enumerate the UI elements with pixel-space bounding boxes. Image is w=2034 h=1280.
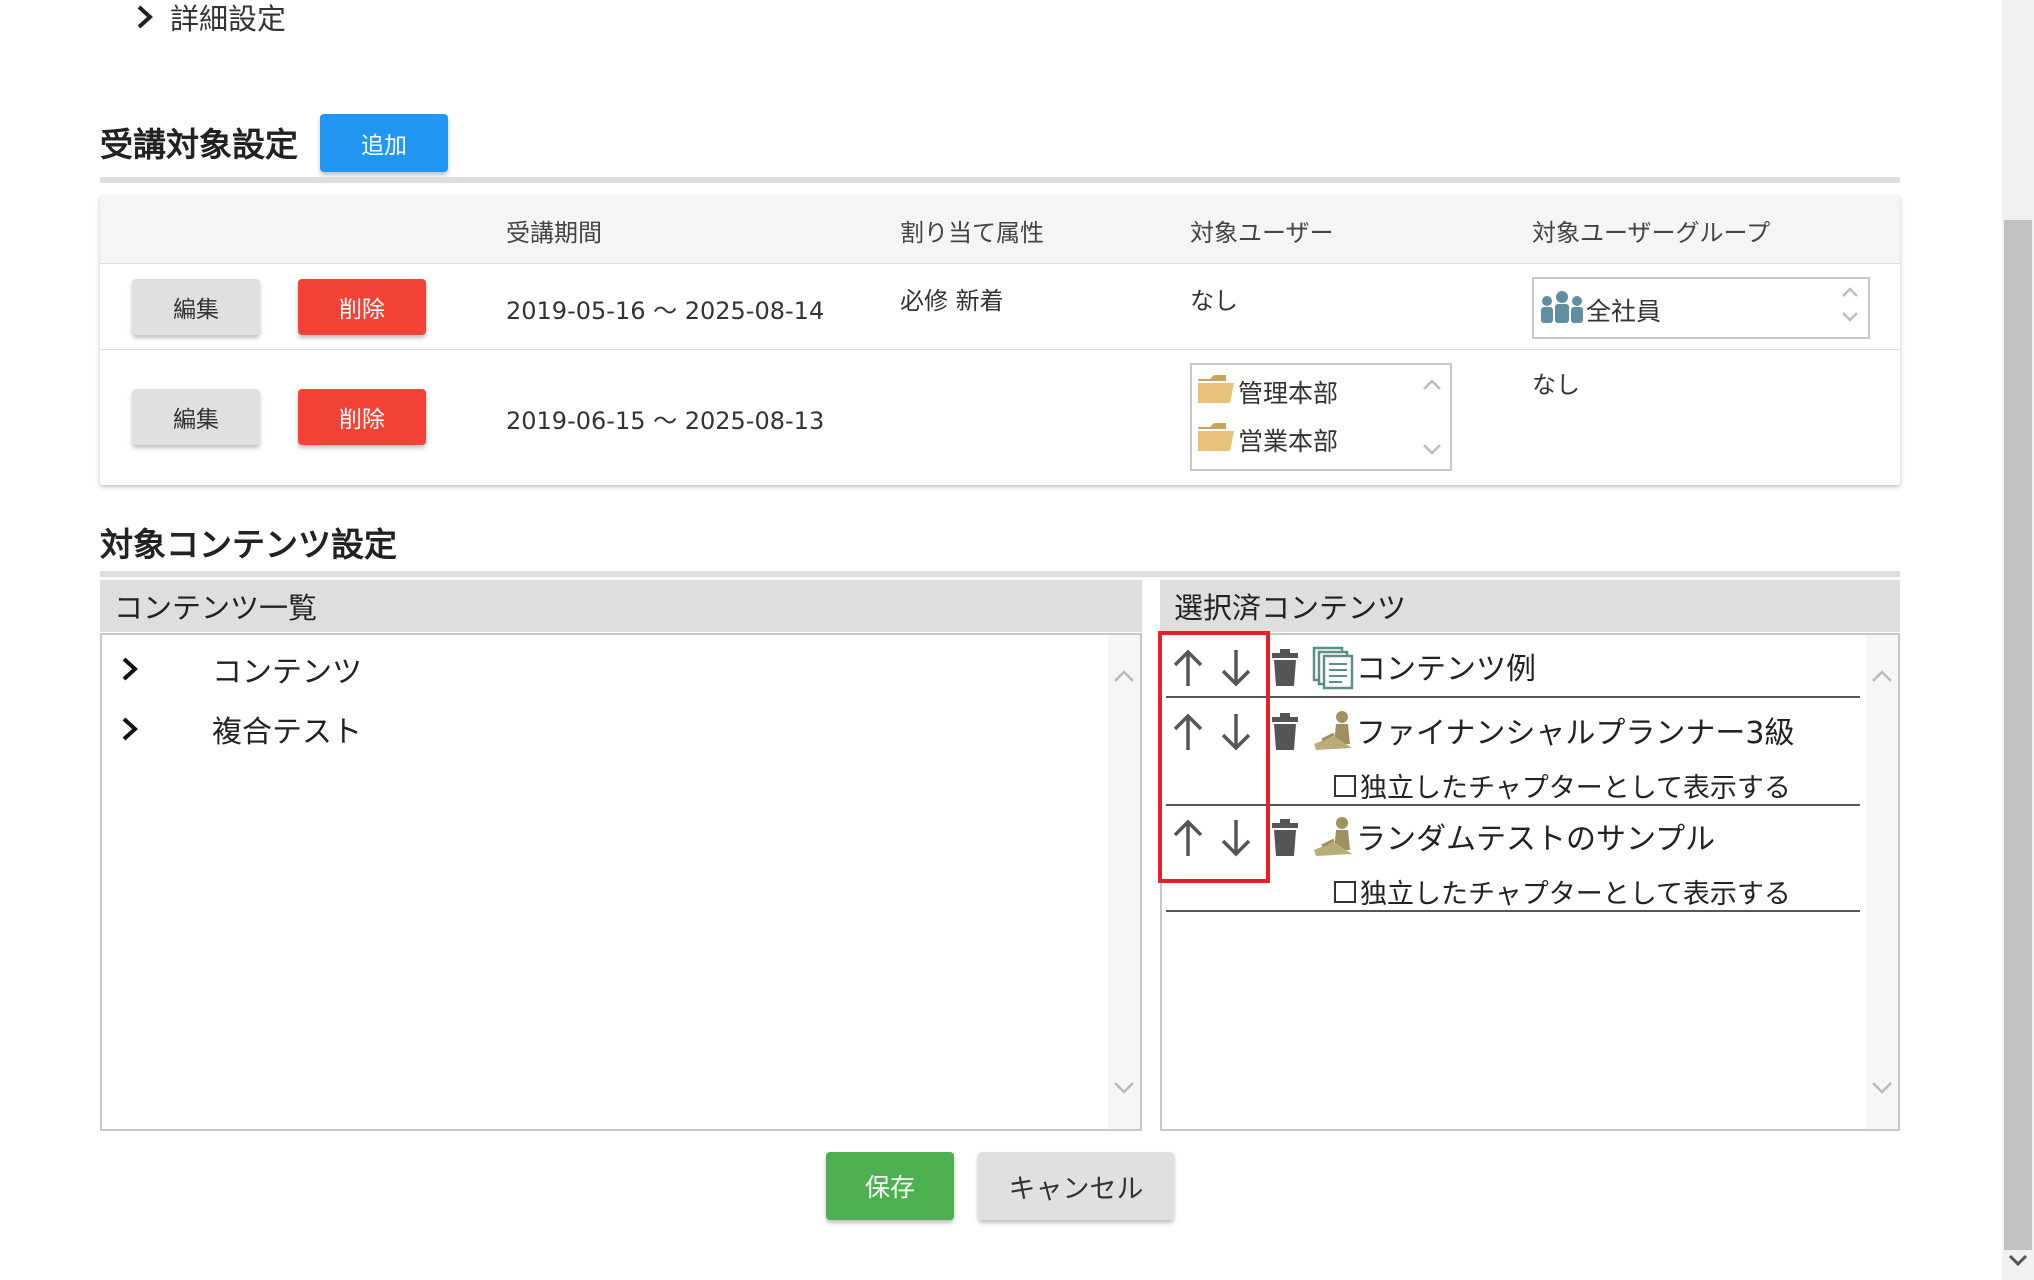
period-cell: 2019-06-15 〜 2025-08-13 xyxy=(506,407,825,435)
independent-chapter-checkbox[interactable]: 独立したチャプターとして表示する xyxy=(1334,766,1791,805)
period-cell: 2019-05-16 〜 2025-08-14 xyxy=(506,297,825,325)
content-list-panel[interactable]: コンテンツ 複合テスト xyxy=(100,633,1142,1131)
chevron-down-icon xyxy=(1872,1082,1892,1094)
trash-icon[interactable] xyxy=(1270,818,1300,858)
content-stack-icon xyxy=(1312,646,1354,690)
edit-button[interactable]: 編集 xyxy=(132,389,260,445)
add-target-button[interactable]: 追加 xyxy=(320,114,448,172)
selected-item-title: コンテンツ例 xyxy=(1356,652,1536,687)
tree-item-label: コンテンツ xyxy=(212,655,362,690)
group-name: 全社員 xyxy=(1586,297,1662,326)
trash-icon[interactable] xyxy=(1270,648,1300,688)
selected-list-header: 選択済コンテンツ xyxy=(1160,580,1900,632)
tree-item-combined-test[interactable]: 複合テスト xyxy=(120,707,362,751)
independent-chapter-checkbox[interactable]: 独立したチャプターとして表示する xyxy=(1334,872,1791,911)
groups-cell: なし xyxy=(1532,371,1580,399)
delete-button[interactable]: 削除 xyxy=(298,279,426,335)
chevron-right-icon xyxy=(120,715,170,743)
save-button[interactable]: 保存 xyxy=(826,1152,954,1220)
tree-item-label: 複合テスト xyxy=(212,715,362,750)
advanced-settings-label: 詳細設定 xyxy=(170,2,287,36)
users-cell: なし xyxy=(1190,287,1238,315)
row-divider xyxy=(100,349,1900,350)
chevron-up-icon xyxy=(1872,670,1892,682)
checkbox-label: 独立したチャプターとして表示する xyxy=(1360,879,1791,910)
edit-button[interactable]: 編集 xyxy=(132,279,260,335)
header-period: 受講期間 xyxy=(506,219,602,247)
page-scrollbar-thumb[interactable] xyxy=(2004,220,2032,1250)
chevron-up-icon xyxy=(1842,287,1858,297)
list-item[interactable]: 営業本部 xyxy=(1196,419,1338,461)
reorder-highlight-box xyxy=(1158,631,1270,883)
row-divider xyxy=(1166,804,1860,806)
list-item[interactable]: 全社員 xyxy=(1538,287,1661,333)
chevron-up-icon xyxy=(1114,670,1134,682)
chevron-down-icon xyxy=(1842,312,1858,322)
section-divider xyxy=(100,177,1900,183)
selected-list-scrollbar[interactable] xyxy=(1866,635,1898,1129)
test-person-icon xyxy=(1314,711,1352,750)
trash-icon[interactable] xyxy=(1270,712,1300,752)
test-person-icon xyxy=(1314,817,1352,856)
users-listbox[interactable]: 管理本部 営業本部 xyxy=(1190,363,1452,471)
cancel-button[interactable]: キャンセル xyxy=(978,1152,1174,1220)
row-divider xyxy=(1166,910,1860,912)
target-table: 受講期間 割り当て属性 対象ユーザー 対象ユーザーグループ 編集 削除 2019… xyxy=(100,195,1900,485)
chevron-right-icon xyxy=(130,4,160,30)
folder-icon xyxy=(1196,419,1238,461)
selected-item-title: ファイナンシャルプランナー3級 xyxy=(1356,716,1795,751)
chevron-down-icon[interactable] xyxy=(2006,1248,2030,1272)
listbox-scrollbar[interactable] xyxy=(1420,373,1444,461)
checkbox-label: 独立したチャプターとして表示する xyxy=(1360,773,1791,804)
listbox-scrollbar[interactable] xyxy=(1838,281,1862,333)
advanced-settings-toggle[interactable]: 詳細設定 xyxy=(130,0,286,36)
groups-listbox[interactable]: 全社員 xyxy=(1532,277,1870,339)
section-divider xyxy=(100,571,1900,577)
content-section-title: 対象コンテンツ設定 xyxy=(100,525,397,564)
chevron-down-icon xyxy=(1114,1082,1134,1094)
attributes-cell: 必修 新着 xyxy=(900,287,1004,315)
chevron-right-icon xyxy=(120,655,170,683)
target-section-title: 受講対象設定 xyxy=(100,125,298,164)
tree-item-contents[interactable]: コンテンツ xyxy=(120,647,362,691)
selected-item-title: ランダムテストのサンプル xyxy=(1356,822,1716,857)
header-target-users: 対象ユーザー xyxy=(1190,219,1334,247)
list-item[interactable]: 管理本部 xyxy=(1196,371,1338,413)
checkbox-square[interactable] xyxy=(1334,880,1356,903)
delete-button[interactable]: 削除 xyxy=(298,389,426,445)
checkbox-square[interactable] xyxy=(1334,774,1356,797)
table-header: 受講期間 割り当て属性 対象ユーザー 対象ユーザーグループ xyxy=(100,195,1900,264)
user-group-icon xyxy=(1538,287,1586,333)
user-org-name: 営業本部 xyxy=(1238,427,1339,456)
user-org-name: 管理本部 xyxy=(1238,379,1339,408)
chevron-up-icon xyxy=(1423,379,1441,390)
header-target-groups: 対象ユーザーグループ xyxy=(1532,219,1771,247)
content-list-header: コンテンツ一覧 xyxy=(100,580,1142,632)
content-list-scrollbar[interactable] xyxy=(1108,635,1140,1129)
row-divider xyxy=(1166,696,1860,698)
folder-icon xyxy=(1196,371,1238,413)
header-attributes: 割り当て属性 xyxy=(900,219,1044,247)
chevron-down-icon xyxy=(1423,444,1441,455)
